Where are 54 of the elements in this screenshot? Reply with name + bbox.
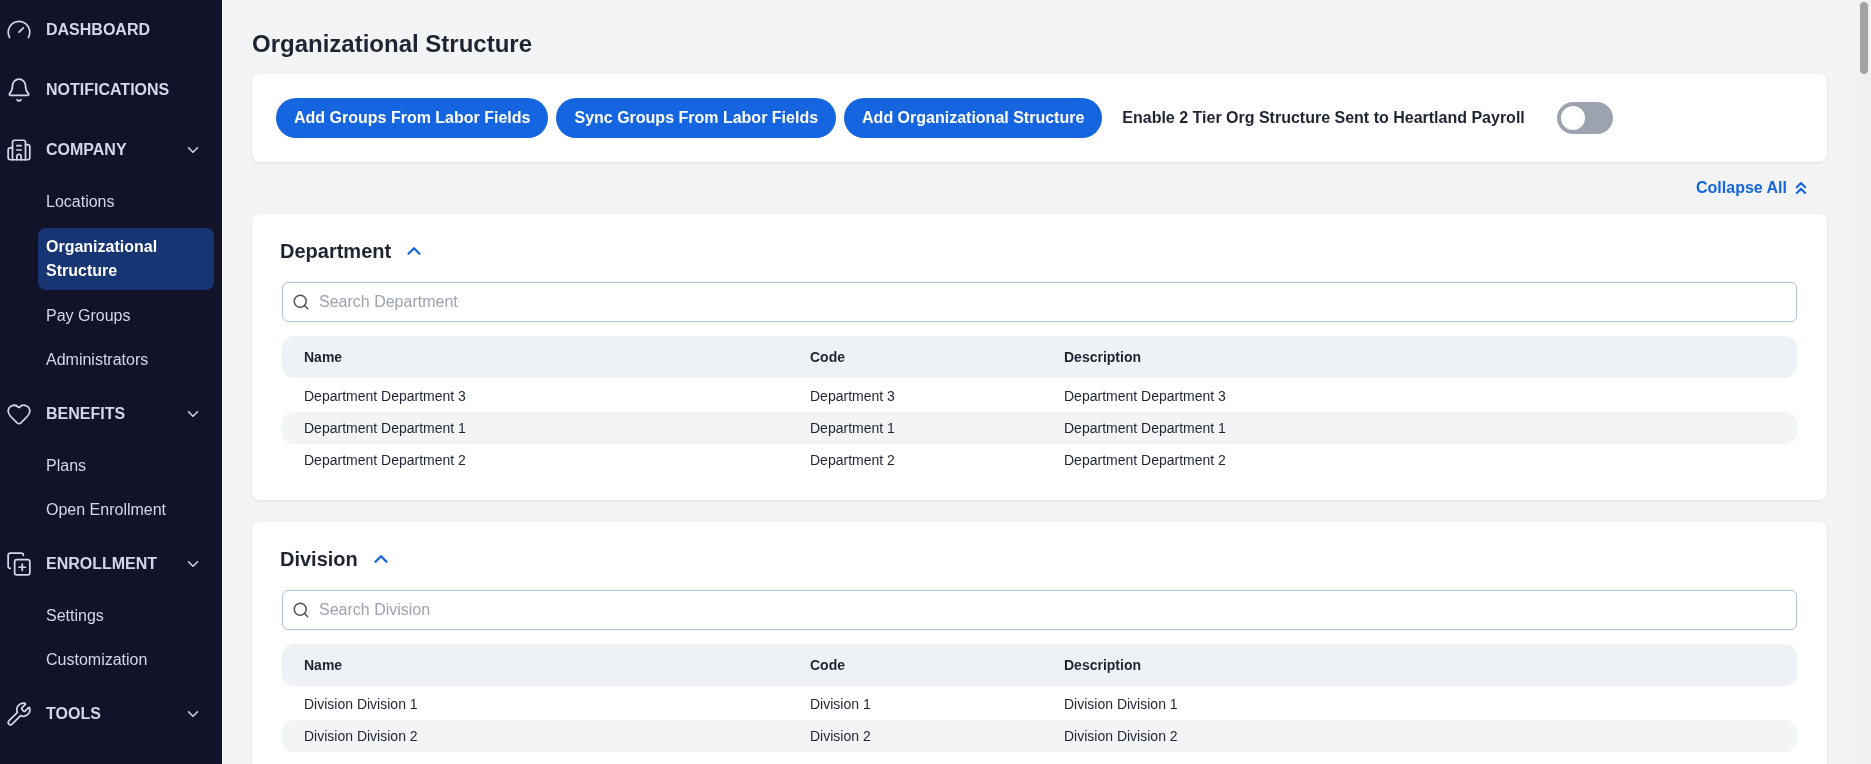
column-header: Code xyxy=(810,347,846,367)
page-title: Organizational Structure xyxy=(252,29,534,59)
scrollbar[interactable] xyxy=(1857,0,1871,764)
bell-icon xyxy=(6,77,32,103)
table-cell-text: Department Department 1 xyxy=(304,418,467,438)
search-icon xyxy=(292,601,310,619)
collapse-all-link[interactable]: Collapse All xyxy=(1696,176,1811,200)
action-button[interactable]: Sync Groups From Labor Fields xyxy=(556,98,837,138)
table-cell-text: Department Department 2 xyxy=(1064,450,1227,470)
column-header: Description xyxy=(1064,655,1142,675)
table-cell-text: Department Department 1 xyxy=(1064,418,1227,438)
search-field[interactable]: Search Division xyxy=(282,590,1797,630)
table-cell-text: Department 1 xyxy=(810,418,896,438)
nav-item[interactable]: Locations xyxy=(38,184,214,220)
table-cell-text: Division Division 1 xyxy=(1064,694,1179,714)
nav-section[interactable]: COMPANY xyxy=(0,130,222,170)
table-cell-text: Department 3 xyxy=(810,386,896,406)
table-cell-text: Division Division 1 xyxy=(304,694,419,714)
nav-item[interactable]: Settings xyxy=(38,598,214,634)
table-cell-text: Division 1 xyxy=(810,694,872,714)
search-icon xyxy=(292,293,310,311)
nav-item[interactable]: Pay Groups xyxy=(38,298,214,334)
wrench-icon xyxy=(6,701,32,727)
column-header: Description xyxy=(1064,347,1142,367)
action-button[interactable]: Add Groups From Labor Fields xyxy=(276,98,549,138)
heart-icon xyxy=(6,401,32,427)
table-cell-text: Department Department 3 xyxy=(304,386,467,406)
section-title: Division xyxy=(280,547,358,572)
nav-item[interactable]: Organizational Structure xyxy=(38,228,214,290)
nav-item[interactable]: Customization xyxy=(38,642,214,678)
table-cell-text: Department Department 2 xyxy=(304,450,467,470)
nav-item[interactable]: Open Enrollment xyxy=(38,492,214,528)
table-cell-text: Department Department 3 xyxy=(1064,386,1227,406)
nav-section[interactable]: TOOLS xyxy=(0,694,222,734)
document-plus-icon xyxy=(6,551,32,577)
column-header: Name xyxy=(304,655,344,675)
column-header: Name xyxy=(304,347,344,367)
nav-section[interactable]: BENEFITS xyxy=(0,394,222,434)
table-cell-text: Division Division 2 xyxy=(304,726,419,746)
nav-section[interactable]: NOTIFICATIONS xyxy=(0,70,222,110)
nav-item[interactable]: Administrators xyxy=(38,342,214,378)
table-cell-text: Department 2 xyxy=(810,450,896,470)
section-title: Department xyxy=(280,239,392,264)
nav-section[interactable]: ENROLLMENT xyxy=(0,544,222,584)
nav-section[interactable]: DASHBOARD xyxy=(0,10,222,50)
table-cell-text: Division Division 2 xyxy=(1064,726,1179,746)
action-button[interactable]: Add Organizational Structure xyxy=(844,98,1103,138)
table-cell-text: Division 2 xyxy=(810,726,872,746)
column-header: Code xyxy=(810,655,846,675)
toggle-label: Enable 2 Tier Org Structure Sent to Heartland Payroll xyxy=(1122,108,1525,128)
search-field[interactable]: Search Department xyxy=(282,282,1797,322)
building-icon xyxy=(6,137,32,163)
toggle-switch[interactable] xyxy=(1556,102,1613,134)
nav-item[interactable]: Plans xyxy=(38,448,214,484)
